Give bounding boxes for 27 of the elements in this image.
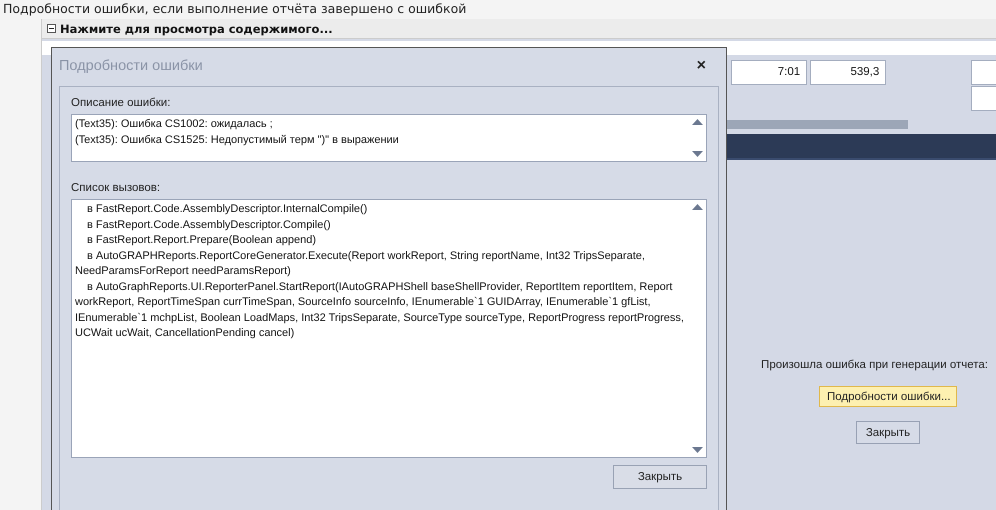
value-field[interactable] [971, 86, 996, 111]
error-message: Произошла ошибка при генерации отчета: [761, 359, 988, 371]
details-button[interactable]: Подробности ошибки... [819, 386, 957, 407]
collapse-icon[interactable] [47, 24, 56, 33]
dialog-title: Подробности ошибки [59, 58, 203, 74]
stack-frame: в AutoGraphReports.UI.ReporterPanel.StartReport(IAutoGRAPHShell baseShellProvider, ReportItem reportItem, Report workReport, ReportTimeSpan currTimeSpan, SourceInfo sourceInfo, IEnumerable`1 GUIDArray, IEnumerable`1 gfList, IEnumerable`1 mchpList, Boolean LoadMaps, Int32 TripsSeparate, SourceType sourceType, ReportProgress reportProgress, UCWait ucWait, CancellationPending cancel) [75, 280, 686, 342]
field-label: Описание ошибки: [71, 97, 172, 111]
value-field[interactable]: 539,3 [810, 60, 886, 85]
error-line: (Text35): Ошибка CS1002: ожидалась ; [75, 117, 274, 132]
stack-frame: в FastReport.Report.Prepare(Boolean append) [75, 233, 686, 248]
stack-frame: в FastReport.Code.AssemblyDescriptor.InternalCompile() [75, 202, 686, 218]
stack-frame: в FastReport.Code.AssemblyDescriptor.Compile() [75, 218, 686, 233]
scroll-down-icon[interactable] [692, 151, 703, 157]
value-field[interactable]: 7:01 [731, 60, 808, 85]
page-title: Подробности ошибки, если выполнение отчёта завершено с ошибкой [2, 0, 466, 18]
close-button[interactable]: Закрыть [613, 465, 707, 489]
scroll-up-icon[interactable] [692, 119, 703, 125]
scroll-up-icon[interactable] [692, 204, 703, 210]
close-button[interactable]: Закрыть [856, 421, 920, 444]
scroll-down-icon[interactable] [692, 447, 703, 453]
value-field[interactable] [971, 60, 996, 85]
error-line: (Text35): Ошибка CS1525: Недопустимый терм ")" в выражении [75, 132, 400, 148]
error-description-field[interactable]: (Text35): Ошибка CS1002: ожидалась ; (Text35): Ошибка CS1525: Недопустимый терм ")" в выражении [71, 114, 707, 162]
stack-frame: в AutoGRAPHReports.ReportCoreGenerator.Execute(Report workReport, String reportName, Int32 TripsSeparate, NeedParamsForReport needParamsReport) [75, 248, 686, 280]
call-stack-field[interactable] [71, 199, 707, 458]
close-button[interactable]: × [694, 57, 708, 75]
field-label: Список вызовов: [71, 182, 162, 196]
